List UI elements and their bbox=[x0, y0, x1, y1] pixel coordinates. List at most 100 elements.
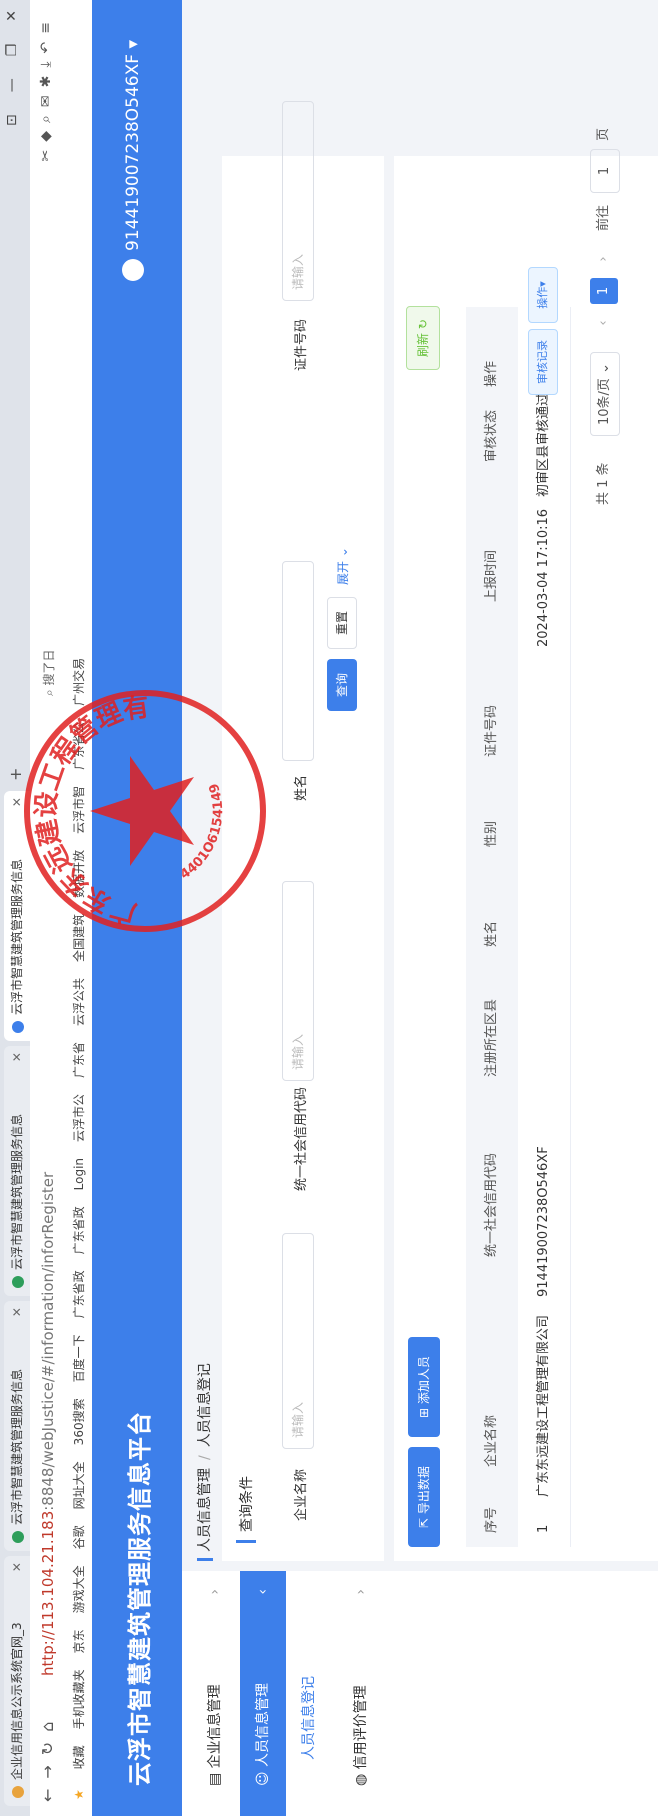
tab-label: 云浮市智慧建筑管理服务信息 bbox=[10, 1368, 24, 1525]
search-button[interactable]: 查询 bbox=[327, 659, 357, 711]
forward-icon[interactable]: → bbox=[38, 1755, 57, 1778]
operation-label: 操作 bbox=[536, 286, 549, 309]
field-label-id: 证件号码 bbox=[294, 318, 309, 371]
column-header: 操作 bbox=[484, 360, 499, 387]
bookmark-item[interactable]: 游戏大全 bbox=[72, 1565, 86, 1613]
column-header: 姓名 bbox=[484, 920, 499, 947]
home-icon[interactable]: ⌂ bbox=[38, 1712, 57, 1732]
url-field[interactable]: http://113.104.21.183:8848/webJustice/#/… bbox=[39, 1172, 57, 1676]
tab-label: 云浮市智慧建筑管理服务信息 bbox=[10, 1113, 24, 1270]
close-icon[interactable]: ✕ bbox=[4, 1052, 30, 1062]
operation-dropdown[interactable]: 操作▾ bbox=[528, 267, 558, 323]
building-icon: ▤ bbox=[207, 1768, 223, 1786]
bookmark-item[interactable]: 广东省政 bbox=[72, 1270, 86, 1318]
credit-code-input[interactable]: 请输入 bbox=[282, 881, 314, 1081]
bookmark-item[interactable]: 谷歌 bbox=[72, 1525, 86, 1549]
add-person-button[interactable]: ⊞ 添加人员 bbox=[408, 1337, 440, 1437]
user-menu[interactable]: 914419007238O546XF ▾ bbox=[122, 40, 144, 281]
mail-icon[interactable]: ✉ bbox=[38, 87, 54, 107]
table-cell: 914419007238O546XF bbox=[536, 1146, 551, 1297]
bookmark-star-icon: ★ bbox=[72, 1789, 86, 1800]
expand-link[interactable]: 展开 ⌄ bbox=[334, 547, 351, 585]
tab-label: 企业信用信息公示系统官网_3 bbox=[10, 1622, 24, 1780]
browser-tab[interactable]: 企业信用信息公示系统官网_3 ✕ bbox=[4, 1556, 30, 1806]
sidebar-item-credit[interactable]: ◍ 信用评价管理 › bbox=[338, 1571, 384, 1816]
add-label: 添加人员 bbox=[417, 1356, 431, 1405]
cut-icon[interactable]: ✂ bbox=[38, 142, 54, 162]
chevron-down-icon: ⌄ bbox=[597, 363, 612, 374]
menu-icon[interactable]: ≡ bbox=[38, 14, 54, 34]
next-page-button[interactable]: › bbox=[590, 246, 618, 272]
bookmark-item[interactable]: 云浮公共 bbox=[72, 978, 86, 1026]
chevron-down-icon: ⌄ bbox=[336, 547, 350, 558]
name-input[interactable] bbox=[282, 561, 314, 761]
prev-page-button[interactable]: ‹ bbox=[590, 310, 618, 336]
total-count: 共 1 条 bbox=[596, 462, 611, 505]
close-window-icon[interactable]: ✕ bbox=[4, 10, 20, 22]
undo-icon[interactable]: ↶ bbox=[38, 34, 54, 54]
page-size-select[interactable]: 10条/页 ⌄ bbox=[590, 352, 620, 436]
bookmark-item[interactable]: 京东 bbox=[72, 1629, 86, 1653]
goto-page-input[interactable]: 1 bbox=[590, 149, 620, 193]
company-name-input[interactable]: 请输入 bbox=[282, 1233, 314, 1449]
bookmark-item[interactable]: 云浮市公 bbox=[72, 1094, 86, 1142]
chevron-down-icon: ‹ bbox=[255, 1589, 271, 1595]
sidebar-item-label: 企业信息管理 bbox=[207, 1684, 223, 1769]
sidebar-item-label: 人员信息登记 bbox=[301, 1676, 317, 1760]
puzzle-icon[interactable]: ✱ bbox=[38, 68, 54, 88]
export-label: 导出数据 bbox=[417, 1466, 431, 1515]
bookmark-item[interactable]: 广东省政 bbox=[72, 1206, 86, 1254]
back-icon[interactable]: ← bbox=[38, 1779, 57, 1802]
download-icon[interactable]: ⤓ bbox=[38, 53, 54, 67]
page-size-value: 10条/页 bbox=[597, 378, 612, 425]
browser-tab[interactable]: 云浮市智慧建筑管理服务信息 ✕ bbox=[4, 1046, 30, 1296]
column-header: 上报时间 bbox=[484, 549, 499, 602]
url-scheme: http:// bbox=[39, 1630, 57, 1676]
breadcrumb-separator: / bbox=[197, 1455, 213, 1460]
chevron-right-icon: › bbox=[353, 1589, 369, 1595]
url-host: 113.104.21.183 bbox=[39, 1510, 57, 1631]
table-header: 序号 企业名称 统一社会信用代码 注册所在区县 姓名 性别 证件号码 上报时间 … bbox=[466, 307, 518, 1547]
tab-favicon-icon bbox=[11, 1786, 24, 1798]
page-number[interactable]: 1 bbox=[590, 278, 618, 304]
extension-icon[interactable]: ◆ bbox=[38, 123, 54, 142]
bookmark-item[interactable]: 收藏 bbox=[72, 1745, 86, 1769]
export-button[interactable]: ⇱ 导出数据 bbox=[408, 1447, 440, 1547]
search-tool-icon[interactable]: ⌕ bbox=[38, 107, 54, 123]
bookmark-item[interactable]: 360搜索 bbox=[72, 1398, 86, 1445]
close-icon[interactable]: ✕ bbox=[4, 1562, 30, 1572]
goto-label: 前往 bbox=[596, 204, 611, 231]
audit-record-button[interactable]: 审核记录 bbox=[528, 329, 558, 395]
breadcrumb-parent[interactable]: 人员信息管理 bbox=[197, 1468, 213, 1561]
refresh-button[interactable]: 刷新 ↻ bbox=[406, 306, 440, 370]
bookmark-item[interactable]: Login bbox=[72, 1158, 86, 1190]
reload-icon[interactable]: ↻ bbox=[38, 1732, 57, 1755]
close-icon[interactable]: ✕ bbox=[4, 1307, 30, 1317]
nav-buttons: ←→↻⌂ bbox=[38, 1712, 57, 1802]
bookmark-item[interactable]: 百度一下 bbox=[72, 1334, 86, 1382]
pin-icon[interactable]: ⊡ bbox=[4, 114, 20, 126]
column-header: 审核状态 bbox=[484, 409, 499, 462]
user-name: 914419007238O546XF bbox=[123, 53, 143, 251]
restore-icon[interactable]: ❐ bbox=[4, 44, 20, 57]
chevron-right-icon: › bbox=[207, 1589, 223, 1595]
bookmark-item[interactable]: 网址大全 bbox=[72, 1461, 86, 1509]
table-cell: 初审区县审核通过 bbox=[536, 392, 551, 497]
column-header: 企业名称 bbox=[484, 1414, 499, 1467]
minimize-icon[interactable]: — bbox=[4, 78, 20, 92]
bookmark-item[interactable]: 广东省 bbox=[72, 1042, 86, 1078]
sidebar-item-personnel[interactable]: ☺ 人员信息管理 ‹ bbox=[240, 1571, 286, 1816]
sidebar-item-company[interactable]: ▤ 企业信息管理 › bbox=[192, 1571, 238, 1816]
refresh-icon: ↻ bbox=[416, 319, 430, 330]
table-cell: 广东东远建设工程管理有限公司 bbox=[536, 1314, 551, 1497]
field-label-credit-code: 统一社会信用代码 bbox=[294, 1086, 309, 1191]
table-cell: 2024-03-04 17:10:16 bbox=[536, 508, 551, 647]
id-number-input[interactable]: 请输入 bbox=[282, 101, 314, 301]
sidebar-item-personnel-register[interactable]: 人员信息登记 bbox=[286, 1571, 332, 1816]
svg-text:4401O6154149: 4401O6154149 bbox=[178, 781, 227, 882]
bookmark-item[interactable]: 手机收藏夹 bbox=[72, 1669, 86, 1729]
expand-label: 展开 bbox=[336, 560, 350, 585]
browser-tab[interactable]: 云浮市智慧建筑管理服务信息 ✕ bbox=[4, 1301, 30, 1551]
reset-button[interactable]: 重置 bbox=[327, 597, 357, 649]
export-icon: ⇱ bbox=[417, 1514, 431, 1528]
